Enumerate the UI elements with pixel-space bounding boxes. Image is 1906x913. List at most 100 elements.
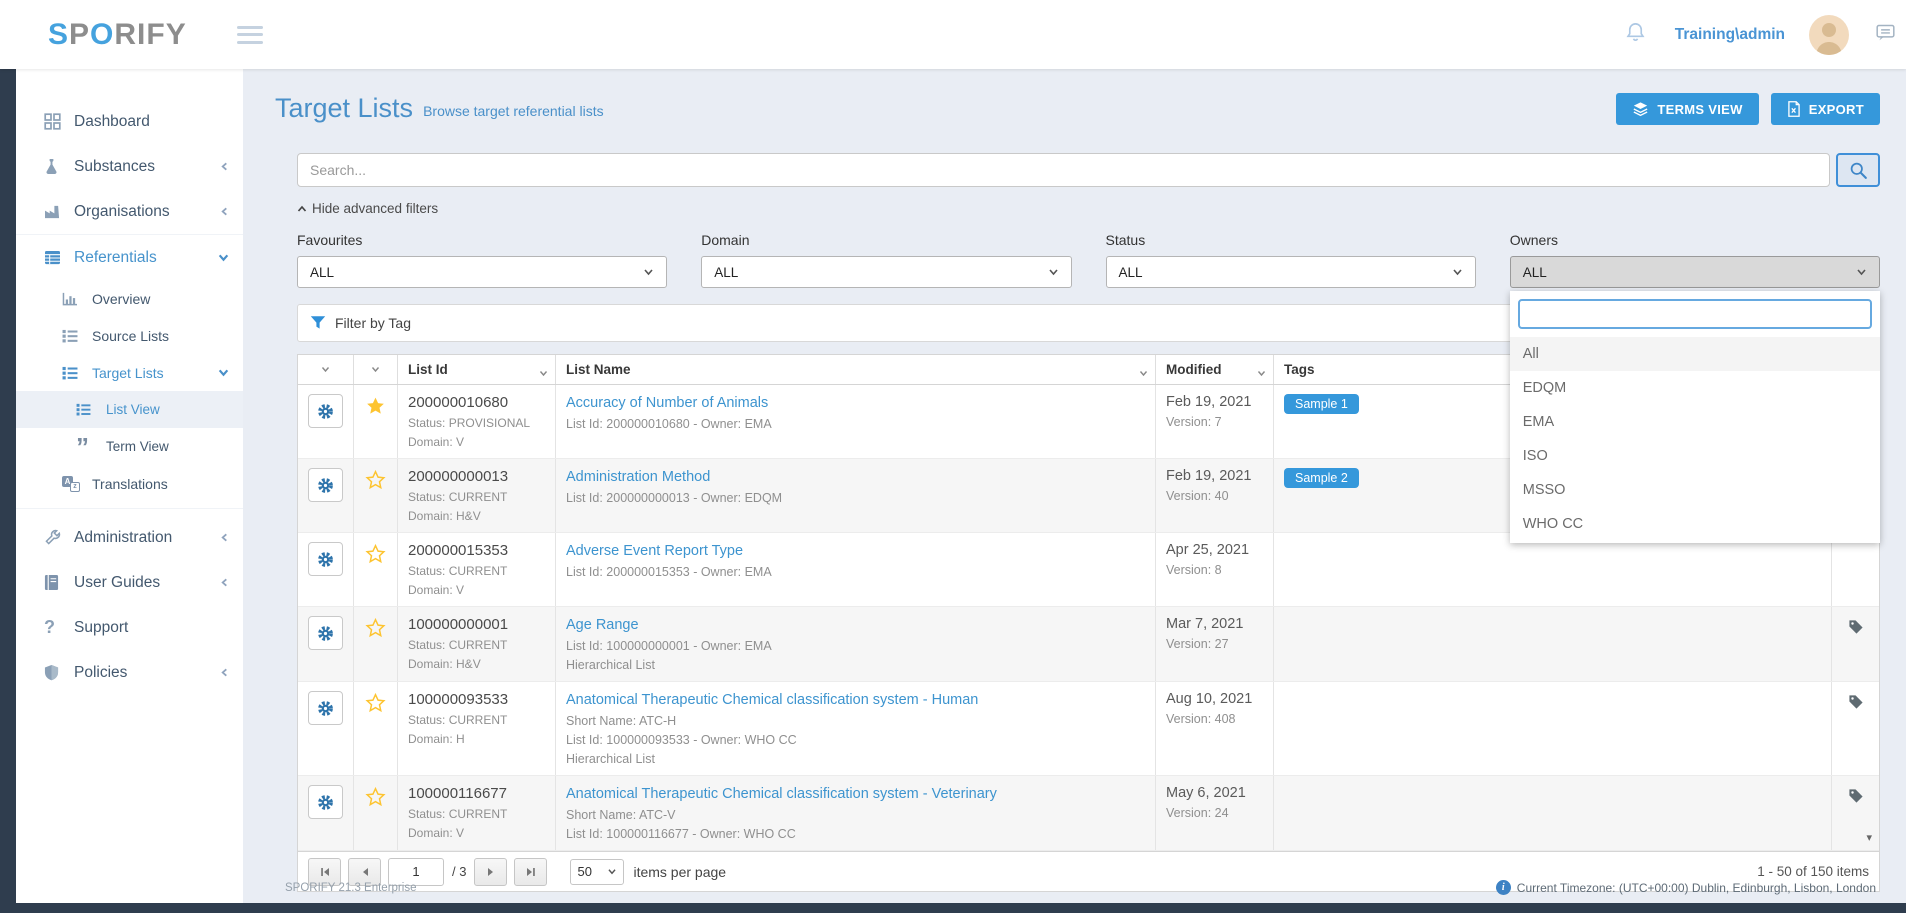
status-select[interactable]: ALL bbox=[1106, 256, 1476, 288]
sort-chevron-icon bbox=[371, 366, 380, 373]
gear-icon bbox=[316, 793, 335, 812]
owners-select[interactable]: ALL bbox=[1510, 256, 1880, 288]
chevron-down-icon bbox=[607, 868, 617, 875]
sidebar-item-substances[interactable]: Substances bbox=[16, 144, 243, 189]
list-name-link[interactable]: Adverse Event Report Type bbox=[566, 543, 743, 559]
sidebar-item-target-lists[interactable]: Target Lists bbox=[16, 354, 243, 391]
row-settings-button[interactable] bbox=[308, 468, 343, 502]
list-sub-line: List Id: 100000000001 - Owner: EMA bbox=[566, 639, 1145, 653]
sidebar-item-term-view[interactable]: ” Term View bbox=[16, 428, 243, 465]
owners-option-msso[interactable]: MSSO bbox=[1510, 473, 1880, 507]
chat-icon[interactable] bbox=[1875, 22, 1896, 48]
tag-badge[interactable]: Sample 1 bbox=[1284, 394, 1359, 414]
gear-icon bbox=[316, 476, 335, 495]
search-input[interactable] bbox=[297, 153, 1830, 187]
search-button[interactable] bbox=[1836, 153, 1880, 187]
gear-icon bbox=[316, 699, 335, 718]
terms-view-button[interactable]: TERMS VIEW bbox=[1616, 93, 1758, 125]
list-id: 200000010680 bbox=[408, 394, 545, 411]
logo-letter: O bbox=[90, 18, 114, 51]
row-settings-button[interactable] bbox=[308, 616, 343, 650]
sidebar-item-translations[interactable]: Az Translations bbox=[16, 465, 243, 502]
tag-icon[interactable] bbox=[1848, 619, 1864, 635]
modified-date: Feb 19, 2021 bbox=[1166, 468, 1263, 484]
list-name-link[interactable]: Accuracy of Number of Animals bbox=[566, 395, 768, 411]
row-settings-button[interactable] bbox=[308, 394, 343, 428]
header-list-name[interactable]: List Name bbox=[556, 355, 1156, 384]
list-sub-line: List Id: 200000015353 - Owner: EMA bbox=[566, 565, 1145, 579]
logo-letter: S bbox=[48, 18, 69, 51]
favourite-star-outline-icon[interactable] bbox=[365, 785, 386, 810]
scroll-down-arrow[interactable]: ▾ bbox=[1866, 831, 1872, 844]
sort-chevron-icon bbox=[539, 370, 548, 377]
sidebar-item-support[interactable]: ? Support bbox=[16, 605, 243, 650]
sidebar-item-referentials[interactable]: Referentials bbox=[16, 235, 243, 280]
domain-select[interactable]: ALL bbox=[701, 256, 1071, 288]
favourite-star-outline-icon[interactable] bbox=[365, 616, 386, 641]
owners-option-ema[interactable]: EMA bbox=[1510, 405, 1880, 439]
sidebar-item-label: Dashboard bbox=[74, 113, 229, 131]
chevron-down-icon bbox=[1856, 268, 1867, 276]
export-label: EXPORT bbox=[1809, 102, 1864, 117]
notifications-bell-icon[interactable] bbox=[1624, 21, 1647, 49]
sidebar-item-label: Organisations bbox=[74, 203, 215, 221]
owners-value: ALL bbox=[1523, 265, 1547, 280]
owners-dropdown-search-input[interactable] bbox=[1518, 299, 1872, 329]
tag-icon[interactable] bbox=[1848, 788, 1864, 804]
hamburger-menu-icon[interactable] bbox=[237, 26, 263, 44]
table-icon bbox=[44, 250, 74, 265]
list-name-link[interactable]: Anatomical Therapeutic Chemical classifi… bbox=[566, 692, 978, 708]
owners-option-edqm[interactable]: EDQM bbox=[1510, 371, 1880, 405]
sidebar-item-label: Term View bbox=[106, 439, 229, 454]
owners-option-iso[interactable]: ISO bbox=[1510, 439, 1880, 473]
row-settings-button[interactable] bbox=[308, 542, 343, 576]
sporify-logo[interactable]: SPORIFY bbox=[48, 18, 187, 52]
domain-line: Domain: V bbox=[408, 435, 545, 449]
hide-advanced-filters-toggle[interactable]: Hide advanced filters bbox=[297, 201, 438, 216]
list-sub-line: List Id: 200000010680 - Owner: EMA bbox=[566, 417, 1145, 431]
export-button[interactable]: EXPORT bbox=[1771, 93, 1880, 125]
top-bar: SPORIFY Training\admin bbox=[0, 0, 1906, 69]
list-name-link[interactable]: Administration Method bbox=[566, 469, 710, 485]
sidebar-item-organisations[interactable]: Organisations bbox=[16, 189, 243, 234]
sidebar-item-list-view[interactable]: List View bbox=[16, 391, 243, 428]
terms-view-label: TERMS VIEW bbox=[1657, 102, 1742, 117]
sidebar-item-label: Source Lists bbox=[92, 328, 229, 344]
favourite-star-outline-icon[interactable] bbox=[365, 542, 386, 567]
owners-option-who-cc[interactable]: WHO CC bbox=[1510, 507, 1880, 541]
version-line: Version: 40 bbox=[1166, 489, 1263, 503]
sort-chevron-icon bbox=[321, 366, 330, 373]
version-line: Version: 27 bbox=[1166, 637, 1263, 651]
header-favourite-column[interactable] bbox=[354, 355, 398, 384]
gear-icon bbox=[316, 402, 335, 421]
row-settings-button[interactable] bbox=[308, 691, 343, 725]
list-name-link[interactable]: Anatomical Therapeutic Chemical classifi… bbox=[566, 786, 997, 802]
sidebar: Dashboard Substances Organisations Refer… bbox=[16, 69, 243, 903]
favourite-star-outline-icon[interactable] bbox=[365, 691, 386, 716]
owners-option-all[interactable]: All bbox=[1510, 337, 1880, 371]
header-actions-column[interactable] bbox=[298, 355, 354, 384]
list-name-link[interactable]: Age Range bbox=[566, 617, 639, 633]
question-icon: ? bbox=[44, 617, 74, 638]
favourite-star-filled-icon[interactable] bbox=[365, 394, 386, 419]
sidebar-item-administration[interactable]: Administration bbox=[16, 515, 243, 560]
user-menu[interactable]: Training\admin bbox=[1675, 26, 1785, 44]
header-modified[interactable]: Modified bbox=[1156, 355, 1274, 384]
shield-icon bbox=[44, 664, 74, 681]
chevron-left-icon bbox=[215, 667, 229, 678]
row-settings-button[interactable] bbox=[308, 785, 343, 819]
tag-icon[interactable] bbox=[1848, 694, 1864, 710]
sidebar-item-user-guides[interactable]: User Guides bbox=[16, 560, 243, 605]
sidebar-item-overview[interactable]: Overview bbox=[16, 280, 243, 317]
favourites-select[interactable]: ALL bbox=[297, 256, 667, 288]
avatar[interactable] bbox=[1809, 15, 1849, 55]
header-list-id[interactable]: List Id bbox=[398, 355, 556, 384]
sidebar-item-source-lists[interactable]: Source Lists bbox=[16, 317, 243, 354]
chevron-down-icon bbox=[1048, 268, 1059, 276]
sidebar-item-dashboard[interactable]: Dashboard bbox=[16, 99, 243, 144]
flask-icon bbox=[44, 158, 74, 175]
sidebar-item-policies[interactable]: Policies bbox=[16, 650, 243, 695]
bottom-edge-strip bbox=[0, 903, 1906, 913]
favourite-star-outline-icon[interactable] bbox=[365, 468, 386, 493]
tag-badge[interactable]: Sample 2 bbox=[1284, 468, 1359, 488]
